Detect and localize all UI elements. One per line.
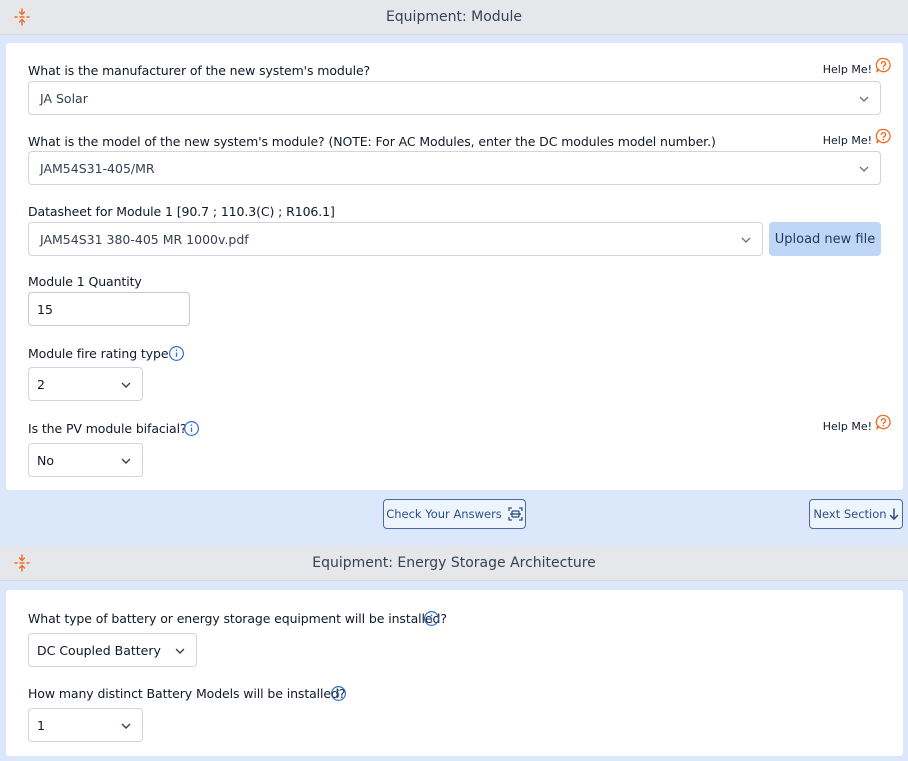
- battery-type-value: DC Coupled Battery: [37, 643, 161, 658]
- manufacturer-value: JA Solar: [40, 91, 88, 106]
- datasheet-select[interactable]: JAM54S31 380-405 MR 1000v.pdf: [28, 222, 763, 256]
- chevron-down-icon: [741, 237, 751, 243]
- model-select[interactable]: JAM54S31-405/MR: [28, 151, 881, 185]
- chevron-down-icon: [121, 382, 131, 388]
- bifacial-value: No: [37, 453, 54, 468]
- battery-type-select[interactable]: DC Coupled Battery: [28, 633, 197, 667]
- help-me-label: Help Me!: [822, 420, 872, 433]
- bifacial-label: Is the PV module bifacial?: [28, 421, 187, 436]
- next-section-label: Next Section: [813, 507, 887, 521]
- check-your-answers-label: Check Your Answers: [386, 507, 502, 521]
- manufacturer-select[interactable]: JA Solar: [28, 81, 881, 115]
- module-section-header[interactable]: Equipment: Module: [0, 0, 908, 35]
- help-bubble-icon: [875, 128, 891, 144]
- chevron-down-icon: [859, 96, 869, 102]
- chevron-down-icon: [121, 723, 131, 729]
- storage-section-header[interactable]: Equipment: Energy Storage Architecture: [0, 546, 908, 581]
- bifacial-select[interactable]: No: [28, 443, 143, 477]
- info-icon[interactable]: [423, 610, 440, 627]
- battery-models-select[interactable]: 1: [28, 708, 143, 742]
- chevron-down-icon: [121, 458, 131, 464]
- battery-models-question: How many distinct Battery Models will be…: [28, 686, 346, 701]
- scan-icon: [508, 507, 523, 521]
- fire-rating-value: 2: [37, 377, 45, 392]
- help-bubble-icon: [875, 414, 891, 430]
- next-section-button[interactable]: Next Section: [809, 499, 903, 529]
- chevron-down-icon: [859, 166, 869, 172]
- battery-type-question: What type of battery or energy storage e…: [28, 611, 447, 626]
- model-question: What is the model of the new system's mo…: [28, 134, 716, 149]
- datasheet-value: JAM54S31 380-405 MR 1000v.pdf: [40, 232, 249, 247]
- help-me-label: Help Me!: [822, 63, 872, 76]
- help-me-label: Help Me!: [822, 134, 872, 147]
- chevron-down-icon: [175, 648, 185, 654]
- section-title: Equipment: Module: [385, 9, 523, 25]
- fire-rating-label: Module fire rating type: [28, 346, 169, 361]
- info-icon[interactable]: [183, 420, 200, 437]
- battery-models-value: 1: [37, 718, 45, 733]
- help-me-manufacturer[interactable]: Help Me!: [823, 57, 892, 77]
- help-bubble-icon: [875, 57, 891, 73]
- info-icon[interactable]: [168, 345, 185, 362]
- info-icon[interactable]: [330, 685, 347, 702]
- quantity-input[interactable]: 15: [28, 292, 190, 326]
- help-me-model[interactable]: Help Me!: [823, 128, 892, 148]
- arrow-down-icon: [889, 508, 898, 520]
- datasheet-label: Datasheet for Module 1 [90.7 ; 110.3(C) …: [28, 204, 335, 219]
- fire-rating-select[interactable]: 2: [28, 367, 143, 401]
- section-title: Equipment: Energy Storage Architecture: [312, 555, 596, 571]
- model-value: JAM54S31-405/MR: [40, 161, 155, 176]
- help-me-bifacial[interactable]: Help Me!: [823, 414, 892, 434]
- manufacturer-question: What is the manufacturer of the new syst…: [28, 63, 371, 78]
- upload-new-file-button[interactable]: Upload new file: [769, 222, 881, 256]
- check-your-answers-button[interactable]: Check Your Answers: [383, 499, 526, 529]
- quantity-label: Module 1 Quantity: [28, 274, 142, 289]
- quantity-value: 15: [37, 302, 53, 317]
